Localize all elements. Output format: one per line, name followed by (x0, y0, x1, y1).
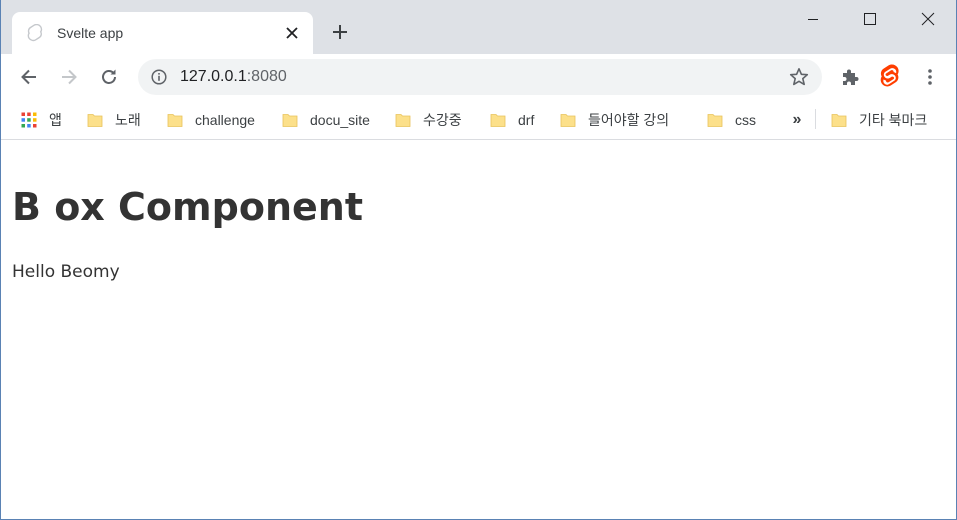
svelte-icon (880, 64, 899, 87)
bookmark-apps[interactable]: 앱 (21, 106, 62, 134)
bookmark-label: css (735, 112, 756, 128)
url-host: 127.0.0.1 (180, 68, 247, 85)
bookmark-folder[interactable]: challenge (167, 106, 255, 134)
browser-menu-button[interactable] (916, 63, 944, 91)
bookmark-label: 앱 (49, 112, 62, 128)
url-text[interactable]: 127.0.0.1:8080 (180, 67, 287, 87)
plus-icon (333, 25, 347, 39)
minimize-icon (808, 19, 818, 20)
svelte-icon (27, 24, 43, 42)
bookmark-folder[interactable]: 수강중 (395, 106, 462, 134)
arrow-right-icon (62, 69, 77, 85)
browser-window: Svelte app 127.0.0.1:8080 앱 노래 challenge… (0, 0, 957, 520)
bookmark-folder[interactable]: drf (490, 106, 534, 134)
bookmark-label: 수강중 (423, 112, 462, 128)
window-close-button[interactable] (899, 0, 956, 38)
address-bar[interactable]: 127.0.0.1:8080 (138, 59, 822, 95)
close-icon (921, 12, 935, 26)
tab-close-button[interactable] (282, 23, 302, 43)
new-tab-button[interactable] (327, 19, 353, 45)
page-heading: B ox Component (12, 185, 363, 229)
bookmarks-divider (815, 109, 816, 129)
bookmark-other-folder[interactable]: 기타 북마크 (831, 106, 927, 134)
bookmark-folder[interactable]: 노래 (87, 106, 141, 134)
folder-icon (395, 114, 411, 127)
more-vertical-icon (928, 69, 932, 85)
folder-icon (831, 114, 847, 127)
folder-icon (560, 114, 576, 127)
tab-title: Svelte app (57, 25, 124, 41)
reload-icon (102, 69, 116, 84)
bookmarks-overflow-button[interactable]: » (785, 106, 809, 134)
bookmark-folder[interactable]: css (707, 106, 756, 134)
bookmark-folder[interactable]: 들어야할 강의 (560, 106, 669, 134)
folder-icon (87, 114, 103, 127)
bookmark-label: 들어야할 강의 (588, 112, 670, 128)
arrow-left-icon (21, 69, 36, 85)
bookmarks-bar: 앱 노래 challenge docu_site 수강중 drf 들어야할 강의 (1, 100, 956, 140)
window-maximize-button[interactable] (841, 0, 899, 38)
bookmark-label: 노래 (115, 112, 141, 128)
forward-button[interactable] (54, 62, 84, 92)
extensions-button[interactable] (836, 63, 864, 91)
window-minimize-button[interactable] (784, 0, 842, 38)
maximize-icon (864, 13, 876, 25)
puzzle-icon (843, 69, 859, 85)
back-button[interactable] (14, 62, 44, 92)
bookmark-label: 기타 북마크 (859, 112, 928, 128)
folder-icon (707, 114, 723, 127)
svelte-extension-button[interactable] (876, 63, 904, 91)
reload-button[interactable] (94, 62, 124, 92)
info-icon[interactable] (151, 69, 167, 85)
apps-grid-icon (21, 112, 37, 128)
bookmark-label: drf (518, 112, 535, 128)
page-content: B ox Component Hello Beomy (1, 141, 956, 519)
browser-toolbar: 127.0.0.1:8080 (1, 54, 956, 100)
star-icon[interactable] (789, 67, 809, 87)
folder-icon (282, 114, 298, 127)
tab-strip: Svelte app (1, 0, 956, 54)
tab-svelte-app[interactable]: Svelte app (12, 12, 313, 54)
bookmark-label: docu_site (310, 112, 370, 128)
bookmark-label: challenge (195, 112, 255, 128)
url-port: :8080 (246, 68, 287, 85)
folder-icon (167, 114, 183, 127)
close-icon (286, 27, 298, 39)
folder-icon (490, 114, 506, 127)
greeting-text: Hello Beomy (12, 262, 120, 282)
bookmark-folder[interactable]: docu_site (282, 106, 370, 134)
